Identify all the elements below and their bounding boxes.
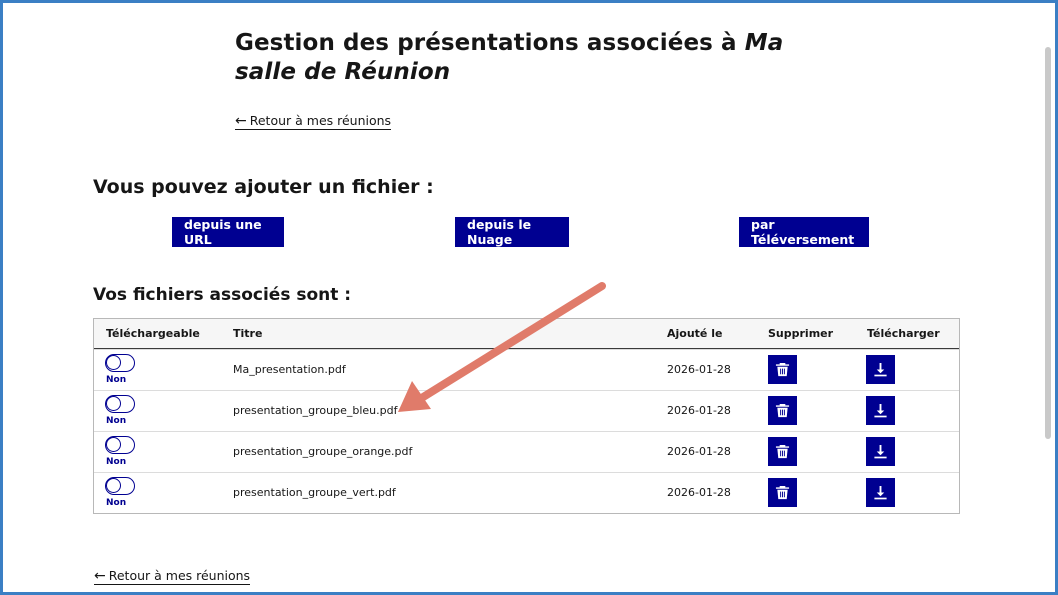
- file-added-date: 2026-01-28: [667, 445, 731, 458]
- download-button[interactable]: [866, 396, 895, 425]
- trash-icon: [775, 403, 790, 418]
- file-title: presentation_groupe_orange.pdf: [233, 445, 413, 458]
- files-table: Téléchargeable Titre Ajouté le Supprimer…: [93, 318, 960, 514]
- download-icon: [874, 403, 887, 418]
- downloadable-toggle[interactable]: [105, 477, 135, 495]
- trash-icon: [775, 485, 790, 500]
- associated-files-heading: Vos fichiers associés sont :: [93, 285, 352, 305]
- download-icon: [874, 444, 887, 459]
- table-row: Non Ma_presentation.pdf 2026-01-28: [94, 349, 959, 390]
- download-button[interactable]: [866, 478, 895, 507]
- downloadable-toggle[interactable]: [105, 436, 135, 454]
- file-title: presentation_groupe_bleu.pdf: [233, 404, 398, 417]
- toggle-knob: [106, 478, 121, 493]
- file-title: Ma_presentation.pdf: [233, 363, 346, 376]
- col-added: Ajouté le: [667, 327, 723, 340]
- table-row: Non presentation_groupe_orange.pdf 2026-…: [94, 431, 959, 472]
- back-link-label: Retour à mes réunions: [249, 113, 392, 128]
- toggle-knob: [106, 396, 121, 411]
- table-row: Non presentation_groupe_bleu.pdf 2026-01…: [94, 390, 959, 431]
- add-from-url-button[interactable]: depuis une URL: [172, 217, 284, 247]
- window-frame: Gestion des présentations associées à Ma…: [0, 0, 1058, 595]
- toggle-label: Non: [106, 457, 127, 467]
- download-button[interactable]: [866, 355, 895, 384]
- trash-icon: [775, 362, 790, 377]
- file-added-date: 2026-01-28: [667, 404, 731, 417]
- download-button[interactable]: [866, 437, 895, 466]
- col-download: Télécharger: [867, 327, 940, 340]
- download-icon: [874, 362, 887, 377]
- back-to-meetings-link-bottom[interactable]: ← Retour à mes réunions: [94, 567, 251, 585]
- delete-button[interactable]: [768, 478, 797, 507]
- toggle-knob: [106, 437, 121, 452]
- delete-button[interactable]: [768, 437, 797, 466]
- downloadable-toggle[interactable]: [105, 354, 135, 372]
- toggle-label: Non: [106, 375, 127, 385]
- toggle-label: Non: [106, 416, 127, 426]
- back-to-meetings-link-top[interactable]: ← Retour à mes réunions: [235, 112, 392, 130]
- table-row: Non presentation_groupe_vert.pdf 2026-01…: [94, 472, 959, 513]
- col-delete: Supprimer: [768, 327, 834, 340]
- file-added-date: 2026-01-28: [667, 363, 731, 376]
- arrow-left-icon: ←: [94, 567, 106, 584]
- toggle-label: Non: [106, 498, 127, 508]
- add-from-cloud-button[interactable]: depuis le Nuage: [455, 217, 569, 247]
- page-title-text: Gestion des présentations associées à: [235, 30, 745, 56]
- scrollbar[interactable]: [1045, 47, 1051, 439]
- page-title: Gestion des présentations associées à Ma…: [235, 29, 835, 87]
- file-added-date: 2026-01-28: [667, 486, 731, 499]
- back-link-label: Retour à mes réunions: [108, 568, 251, 583]
- delete-button[interactable]: [768, 355, 797, 384]
- add-by-upload-button[interactable]: par Téléversement: [739, 217, 869, 247]
- col-title: Titre: [233, 327, 263, 340]
- table-header: Téléchargeable Titre Ajouté le Supprimer…: [94, 319, 959, 349]
- add-file-heading: Vous pouvez ajouter un fichier :: [93, 176, 434, 198]
- col-downloadable: Téléchargeable: [106, 327, 200, 340]
- downloadable-toggle[interactable]: [105, 395, 135, 413]
- arrow-left-icon: ←: [235, 112, 247, 129]
- toggle-knob: [106, 355, 121, 370]
- download-icon: [874, 485, 887, 500]
- file-title: presentation_groupe_vert.pdf: [233, 486, 396, 499]
- trash-icon: [775, 444, 790, 459]
- delete-button[interactable]: [768, 396, 797, 425]
